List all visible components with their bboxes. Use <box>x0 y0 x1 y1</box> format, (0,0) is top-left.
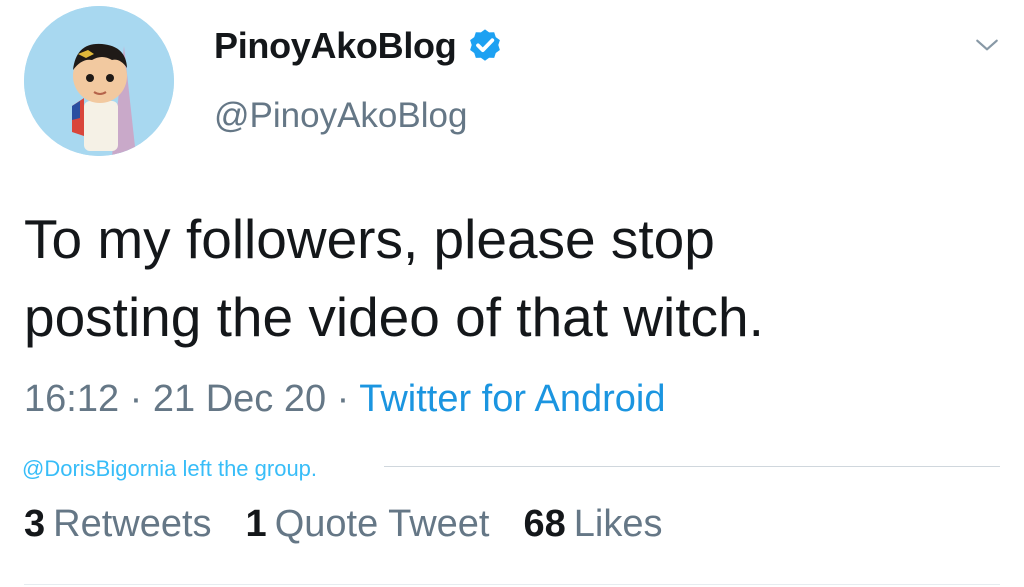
group-notification-text: @DorisBigornia left the group. <box>22 456 318 481</box>
avatar[interactable] <box>24 6 174 156</box>
tweet-source-link[interactable]: Twitter for Android <box>359 378 665 420</box>
likes-label: Likes <box>573 503 663 545</box>
divider <box>384 466 1000 467</box>
avatar-illustration <box>24 6 174 156</box>
quote-tweets-count: 1 <box>245 503 267 545</box>
meta-separator: · <box>336 378 350 420</box>
tweet-stats: 3 Retweets 1 Quote Tweet 68 Likes <box>24 503 662 546</box>
quote-tweets-stat[interactable]: 1 Quote Tweet <box>246 503 490 546</box>
verified-badge-icon <box>466 27 504 65</box>
meta-separator: · <box>129 378 143 420</box>
author-handle[interactable]: @PinoyAkoBlog <box>214 96 467 136</box>
likes-stat[interactable]: 68 Likes <box>523 503 662 546</box>
likes-count: 68 <box>523 503 566 545</box>
tweet-text: To my followers, please stop posting the… <box>24 208 764 348</box>
author-name-row: PinoyAkoBlog <box>214 20 504 72</box>
tweet-date[interactable]: 21 Dec 20 <box>153 378 326 420</box>
chevron-down-icon[interactable] <box>974 32 1000 58</box>
retweets-stat[interactable]: 3 Retweets <box>24 503 212 546</box>
display-name[interactable]: PinoyAkoBlog <box>214 25 457 67</box>
retweets-label: Retweets <box>53 503 212 545</box>
tweet-meta: 16:12 · 21 Dec 20 · Twitter for Android <box>24 378 665 421</box>
tweet-time[interactable]: 16:12 <box>24 378 119 420</box>
bottom-divider <box>24 584 1000 585</box>
retweets-count: 3 <box>24 503 46 545</box>
quote-tweets-label: Quote Tweet <box>274 503 490 545</box>
